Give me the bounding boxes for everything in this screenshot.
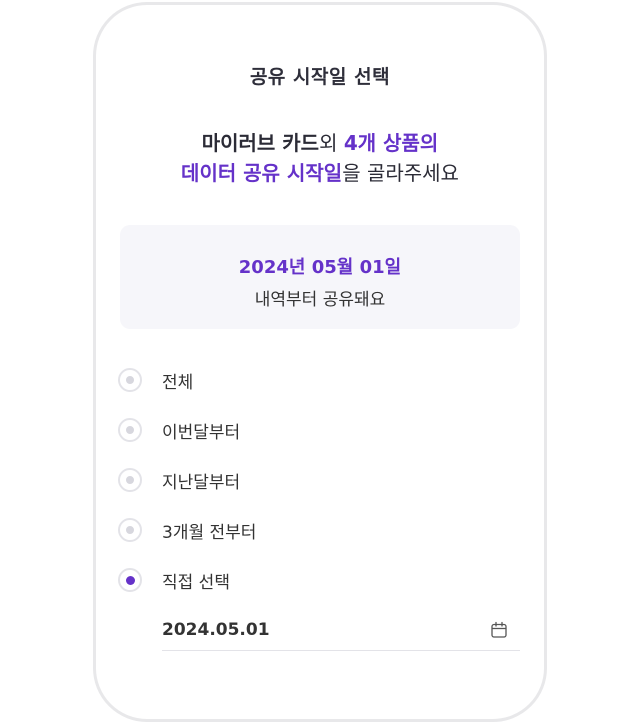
headline-text-1: 외 xyxy=(319,131,344,155)
summary-date: 2024년 05월 01일 xyxy=(238,257,402,278)
option-label: 3개월 전부터 xyxy=(162,522,257,543)
calendar-icon[interactable] xyxy=(490,621,508,639)
radio-button-selected[interactable] xyxy=(118,568,142,592)
option-label: 전체 xyxy=(162,372,194,393)
option-label: 이번달부터 xyxy=(162,422,241,443)
option-three-months[interactable]: 3개월 전부터 xyxy=(118,516,256,544)
option-all[interactable]: 전체 xyxy=(118,366,193,394)
option-custom[interactable]: 직접 선택 xyxy=(118,566,230,594)
radio-button[interactable] xyxy=(118,368,142,392)
product-count: 4개 상품의 xyxy=(343,131,439,155)
radio-button[interactable] xyxy=(118,518,142,542)
date-input-value: 2024.05.01 xyxy=(162,620,270,640)
radio-button[interactable] xyxy=(118,418,142,442)
headline: 마이러브 카드외 4개 상품의 데이터 공유 시작일을 골라주세요 xyxy=(0,128,640,188)
option-label: 지난달부터 xyxy=(162,472,241,493)
option-this-month[interactable]: 이번달부터 xyxy=(118,416,240,444)
headline-text-2: 을 골라주세요 xyxy=(342,161,459,185)
summary-subtext: 내역부터 공유돼요 xyxy=(254,290,386,310)
share-start-screen: 공유 시작일 선택 마이러브 카드외 4개 상품의 데이터 공유 시작일을 골라… xyxy=(0,0,640,680)
date-input[interactable]: 2024.05.01 xyxy=(162,610,520,651)
card-name: 마이러브 카드 xyxy=(201,131,320,155)
radio-button[interactable] xyxy=(118,468,142,492)
start-date-summary: 2024년 05월 01일 내역부터 공유돼요 xyxy=(120,225,520,329)
option-label: 직접 선택 xyxy=(162,572,230,593)
headline-emphasis: 데이터 공유 시작일 xyxy=(181,161,343,185)
option-last-month[interactable]: 지난달부터 xyxy=(118,466,240,494)
page-title: 공유 시작일 선택 xyxy=(249,66,391,88)
